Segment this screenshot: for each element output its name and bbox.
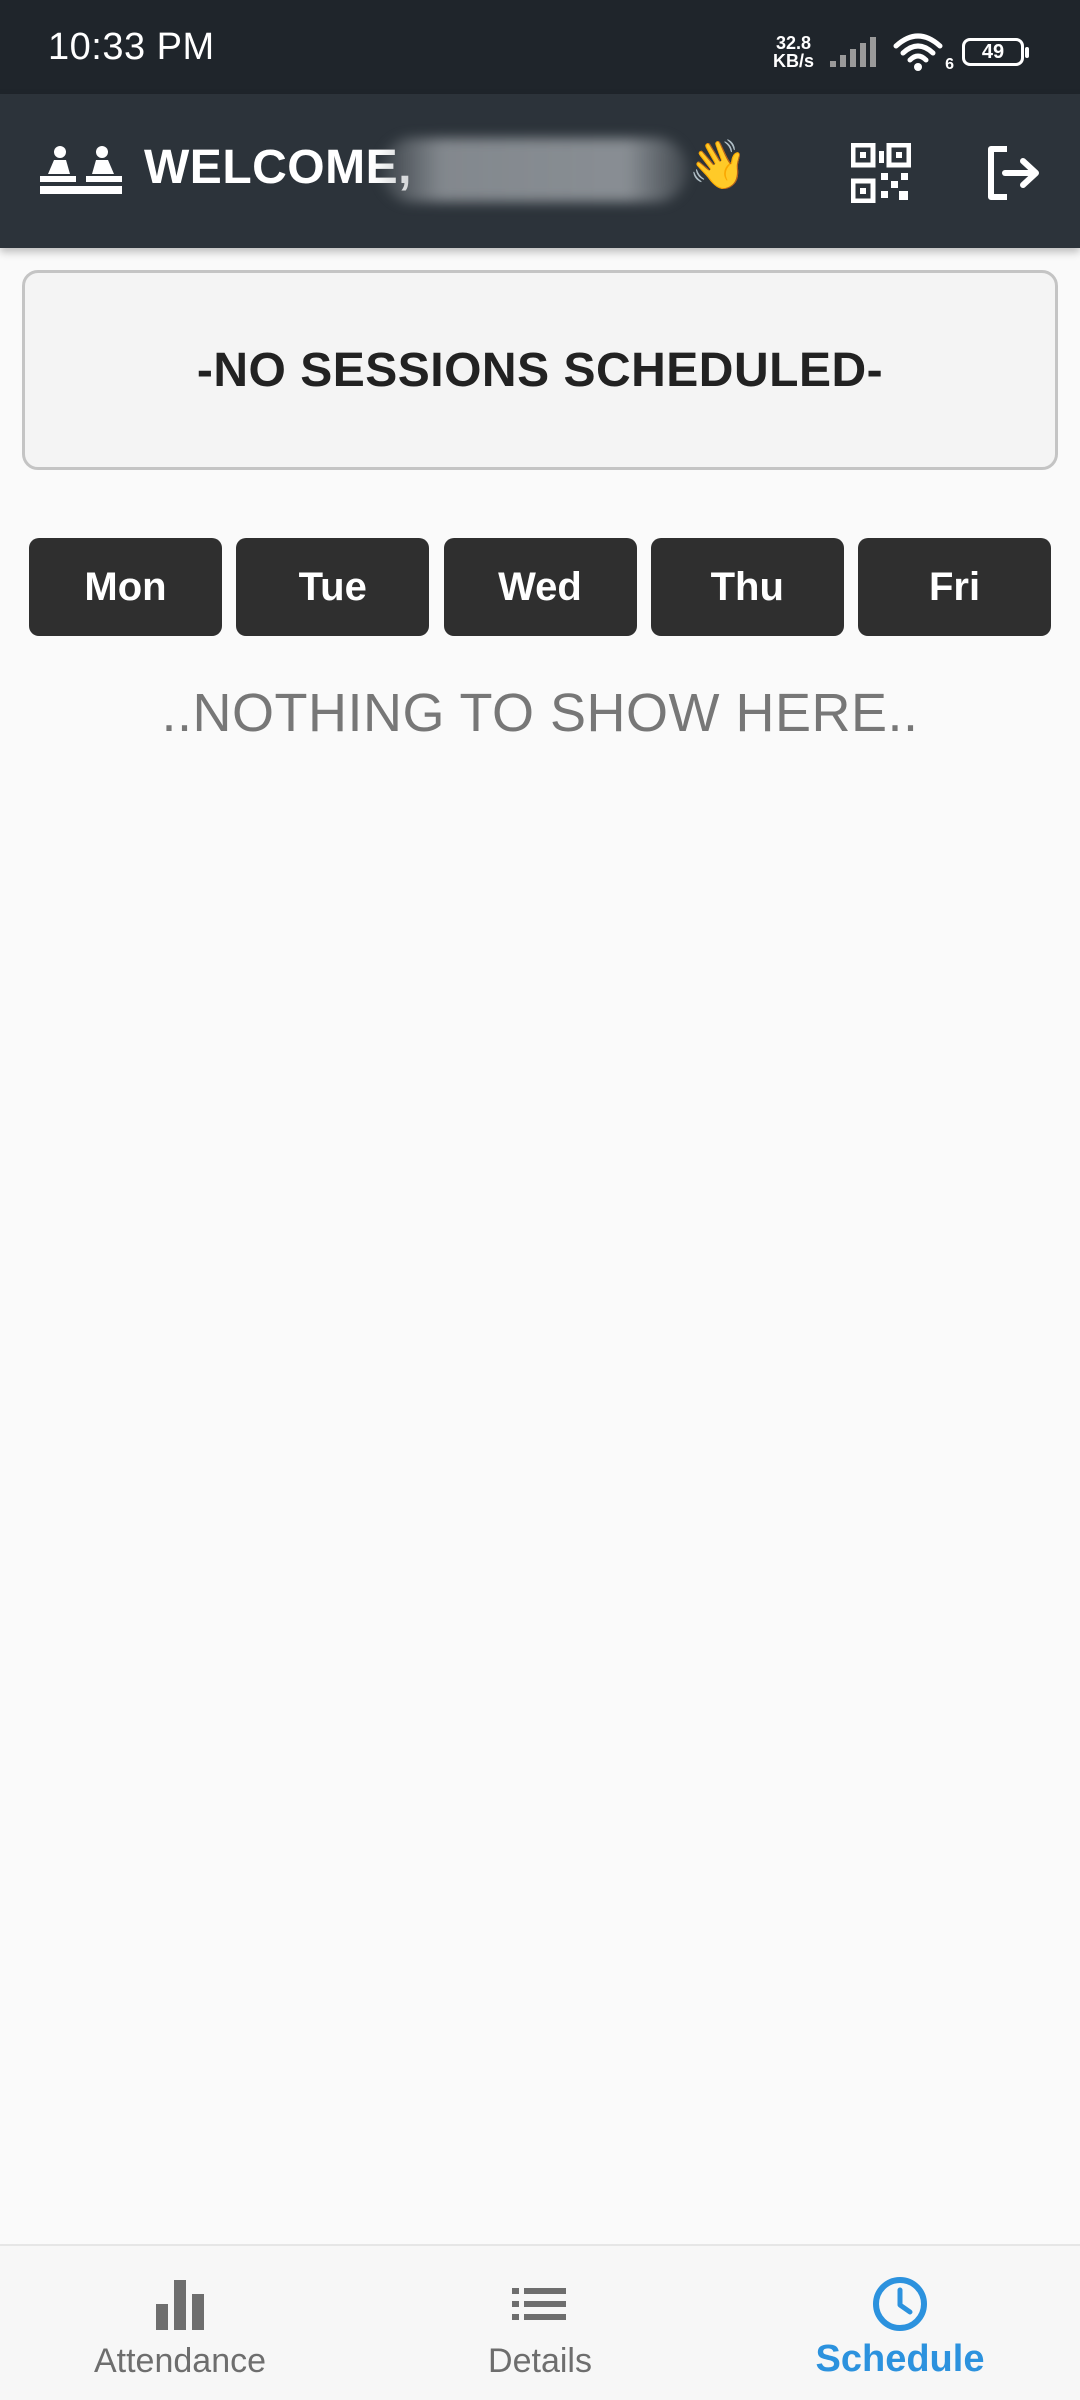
wifi-badge: 6 <box>945 56 954 73</box>
app-screen: 10:33 PM 32.8 KB/s 6 49 WELCOME, 👋 -NO S… <box>0 0 1080 2400</box>
sessions-message: -NO SESSIONS SCHEDULED- <box>196 343 884 397</box>
nav-label-schedule: Schedule <box>815 2338 985 2380</box>
day-button-tue[interactable]: Tue <box>236 538 430 636</box>
list-icon <box>512 2288 566 2320</box>
empty-state-message: ..NOTHING TO SHOW HERE.. <box>161 683 919 743</box>
nav-label-details: Details <box>488 2342 592 2380</box>
network-speed: 32.8 KB/s <box>773 34 814 70</box>
wifi-icon <box>893 33 943 71</box>
status-indicators: 32.8 KB/s 6 49 <box>773 30 1029 74</box>
nav-tab-attendance[interactable]: Attendance <box>0 2246 360 2400</box>
qr-code-icon <box>851 143 911 203</box>
battery-icon: 49 <box>962 38 1029 66</box>
logout-button[interactable] <box>980 140 1046 206</box>
bottom-navigation: Attendance Details Schedule <box>0 2244 1080 2400</box>
day-button-fri[interactable]: Fri <box>858 538 1051 636</box>
qr-scan-button[interactable] <box>848 140 914 206</box>
network-speed-unit: KB/s <box>772 51 814 71</box>
classroom-icon <box>40 146 122 194</box>
day-button-wed[interactable]: Wed <box>443 538 637 636</box>
nav-tab-details[interactable]: Details <box>360 2246 720 2400</box>
day-button-mon[interactable]: Mon <box>29 538 222 636</box>
cell-signal-icon <box>830 37 876 67</box>
nav-tab-schedule[interactable]: Schedule <box>720 2246 1080 2400</box>
sessions-card: -NO SESSIONS SCHEDULED- <box>22 270 1058 470</box>
bar-chart-icon <box>156 2280 204 2330</box>
app-header: WELCOME, 👋 <box>0 94 1080 248</box>
logout-icon <box>988 146 1039 200</box>
battery-level: 49 <box>981 40 1005 63</box>
day-button-thu[interactable]: Thu <box>650 538 844 636</box>
status-bar: 10:33 PM 32.8 KB/s 6 49 <box>0 0 1080 94</box>
clock-icon <box>873 2277 927 2331</box>
welcome-text: WELCOME, <box>144 141 412 194</box>
network-speed-value: 32.8 <box>775 33 812 53</box>
nav-label-attendance: Attendance <box>93 2342 267 2380</box>
day-selector: Mon Tue Wed Thu Fri <box>29 538 1051 636</box>
redacted-user-name <box>380 138 688 202</box>
status-time: 10:33 PM <box>48 26 215 68</box>
wifi-indicator: 6 <box>892 32 954 73</box>
wave-emoji: 👋 <box>688 139 748 192</box>
